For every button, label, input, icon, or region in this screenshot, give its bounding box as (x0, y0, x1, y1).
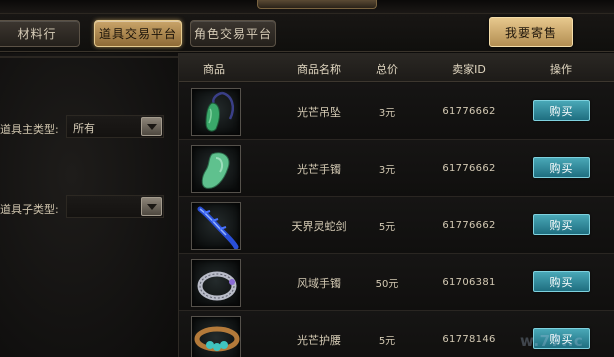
tab-character-trading[interactable]: 角色交易平台 (190, 20, 276, 47)
item-name: 天界灵蛇剑 (291, 219, 347, 233)
seller-id: 61706381 (442, 277, 496, 288)
table-row: 光芒手镯 3元 61776662 购买 (179, 140, 614, 197)
item-name: 光芒吊坠 (297, 105, 341, 119)
header-action: 操作 (550, 63, 572, 76)
silver-bracelet-icon[interactable] (191, 259, 241, 307)
buy-button[interactable]: 购买 (533, 214, 590, 235)
header-name: 商品名称 (297, 63, 341, 76)
item-price: 5元 (378, 222, 396, 233)
tab-item-trading[interactable]: 道具交易平台 (94, 20, 182, 47)
seller-id: 61776662 (442, 163, 496, 174)
seller-id: 61776662 (442, 106, 496, 117)
tab-bar: 材料行 道具交易平台 角色交易平台 我要寄售 (0, 14, 614, 52)
table-header: 商品 商品名称 总价 卖家ID 操作 (179, 53, 614, 82)
tab-materials[interactable]: 材料行 (0, 20, 80, 47)
table-row: 风域手镯 50元 61706381 购买 (179, 254, 614, 311)
table-row: 天界灵蛇剑 5元 61776662 购买 (179, 197, 614, 254)
main-type-value: 所有 (73, 122, 95, 135)
jade-pendant-icon[interactable] (191, 88, 241, 136)
sub-type-label: 道具子类型: (0, 203, 59, 216)
item-price: 3元 (378, 165, 396, 176)
consign-button[interactable]: 我要寄售 (489, 17, 573, 47)
blue-snake-sword-icon[interactable] (191, 202, 241, 250)
main-type-select[interactable]: 所有 (66, 115, 164, 138)
item-name: 光芒护腰 (297, 333, 341, 347)
chevron-down-icon[interactable] (141, 117, 162, 136)
item-name: 光芒手镯 (297, 162, 341, 176)
seller-id: 61776662 (442, 220, 496, 231)
table-row: 光芒吊坠 3元 61776662 购买 (179, 83, 614, 140)
sub-type-select[interactable] (66, 195, 164, 218)
item-price: 3元 (378, 108, 396, 119)
buy-button[interactable]: 购买 (533, 271, 590, 292)
main-type-label: 道具主类型: (0, 123, 59, 136)
top-decor-bar (0, 0, 614, 14)
item-price: 50元 (375, 279, 399, 290)
top-center-ornament (257, 0, 377, 9)
header-item: 商品 (203, 63, 225, 76)
site-watermark: w.77..c (520, 332, 584, 350)
header-price: 总价 (376, 63, 398, 76)
filter-panel: 道具主类型: 所有 道具子类型: (0, 53, 178, 357)
gem-belt-icon[interactable] (191, 316, 241, 357)
buy-button[interactable]: 购买 (533, 100, 590, 121)
item-table: 商品 商品名称 总价 卖家ID 操作 光芒吊坠 3元 61776662 购买 光… (178, 53, 614, 357)
item-price: 5元 (378, 336, 396, 347)
jade-bracelet-icon[interactable] (191, 145, 241, 193)
chevron-down-icon[interactable] (141, 197, 162, 216)
item-name: 风域手镯 (297, 276, 341, 290)
header-seller-id: 卖家ID (452, 63, 486, 76)
buy-button[interactable]: 购买 (533, 157, 590, 178)
seller-id: 61778146 (442, 334, 496, 345)
